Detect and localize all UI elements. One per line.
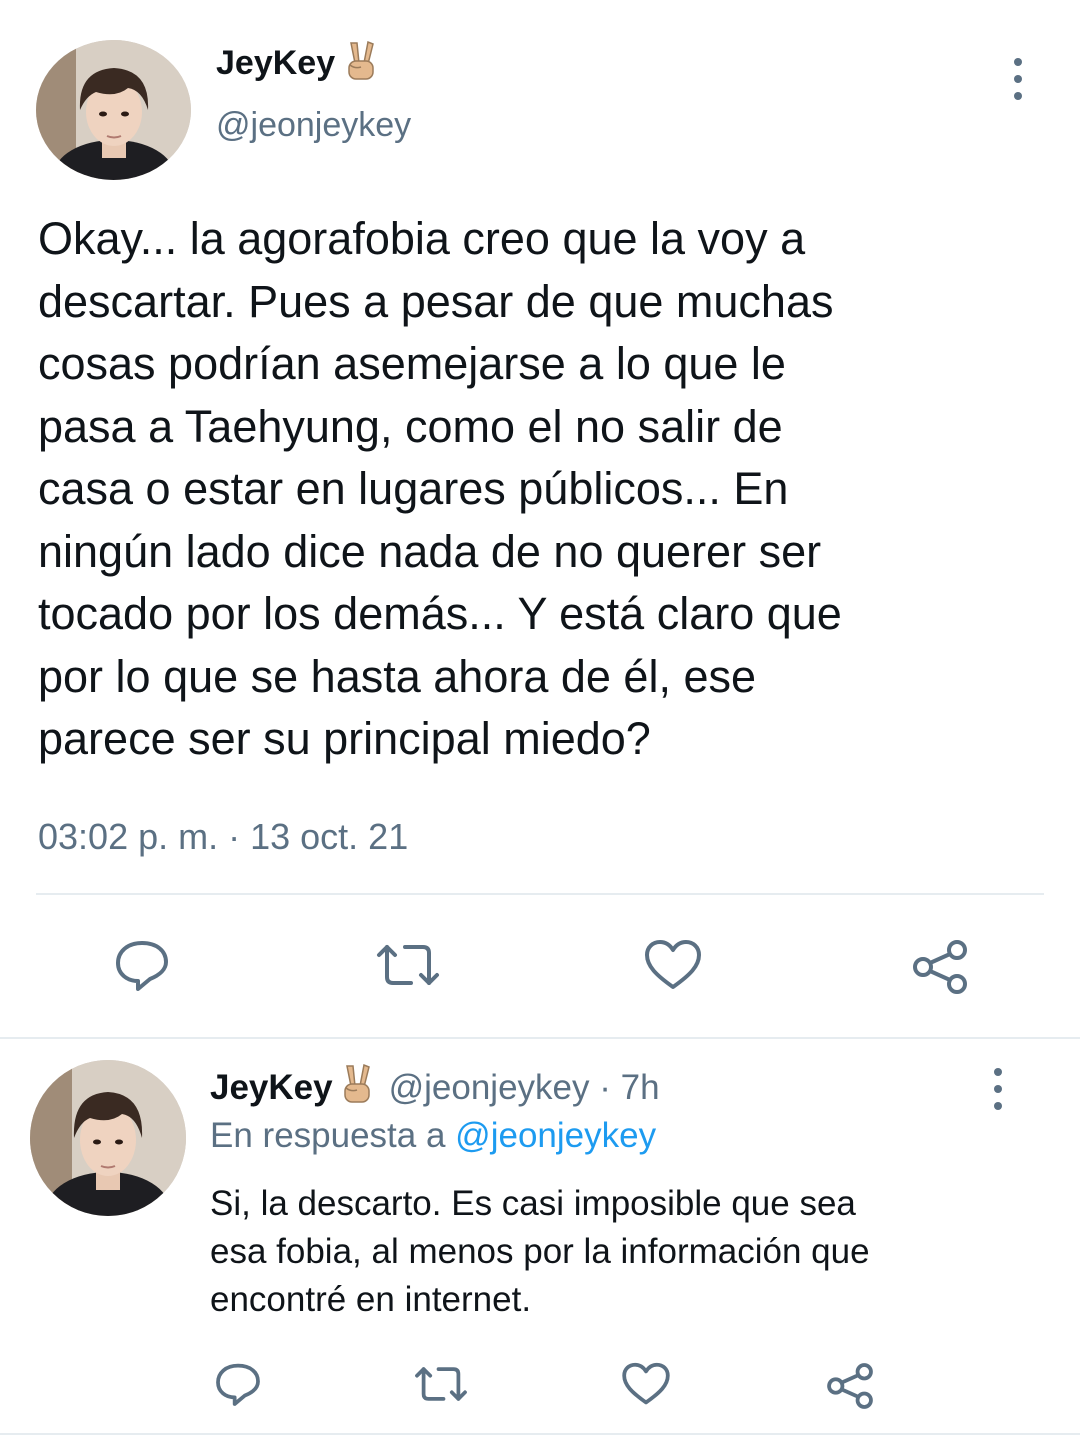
- tweet-text-line: ningún lado dice nada de no querer ser: [38, 525, 822, 577]
- replying-to: En respuesta a @jeonjeykey: [210, 1116, 656, 1156]
- victory-hand-emoji: [337, 1062, 375, 1115]
- divider: [36, 893, 1044, 895]
- share-icon[interactable]: [908, 935, 972, 999]
- tweet-text-line: tocado por los demás... Y está claro que: [38, 588, 842, 639]
- reply-avatar[interactable]: [30, 1060, 186, 1216]
- reply-display-name[interactable]: JeyKey: [210, 1068, 333, 1108]
- reply-more-options-icon[interactable]: [990, 1068, 1006, 1110]
- display-name[interactable]: JeyKey: [216, 44, 335, 83]
- tweet-text-line: pasa a Taehyung, como el no salir de: [38, 400, 783, 452]
- avatar[interactable]: [36, 40, 191, 180]
- tweet-text-line: Okay... la agorafobia creo que la voy a: [38, 213, 806, 264]
- reply-text-line: Si, la descarto. Es casi imposible que s…: [210, 1184, 856, 1223]
- reply-icon[interactable]: [110, 935, 174, 995]
- reply-text-line: esa fobia, al menos por la información q…: [210, 1232, 870, 1271]
- reply-text-line: encontré en internet.: [210, 1280, 532, 1319]
- reply-text: Si, la descarto. Es casi imposible que s…: [210, 1180, 1070, 1324]
- handle[interactable]: @jeonjeykey: [216, 106, 411, 145]
- reply-share-icon[interactable]: [822, 1358, 878, 1414]
- victory-hand-emoji: [341, 39, 379, 88]
- bottom-divider: [0, 1433, 1080, 1435]
- replying-to-prefix: En respuesta a: [210, 1116, 446, 1155]
- tweet-text: Okay... la agorafobia creo que la voy a …: [38, 208, 1048, 771]
- tweet-text-line: cosas podrían asemejarse a lo que le: [38, 338, 786, 389]
- reply-like-icon[interactable]: [618, 1358, 674, 1410]
- reply-reply-icon[interactable]: [212, 1358, 264, 1410]
- replying-to-handle-link[interactable]: @jeonjeykey: [455, 1116, 656, 1155]
- more-options-icon[interactable]: [1010, 58, 1026, 100]
- tweet-text-line: descartar. Pues a pesar de que muchas: [38, 275, 834, 327]
- tweet-text-line: casa o estar en lugares públicos... En: [38, 463, 789, 514]
- retweet-icon[interactable]: [372, 935, 444, 995]
- timestamp[interactable]: 03:02 p. m. · 13 oct. 21: [38, 816, 408, 858]
- reply-retweet-icon[interactable]: [410, 1358, 472, 1410]
- like-icon[interactable]: [640, 935, 706, 995]
- tweet-text-line: por lo que se hasta ahora de él, ese: [38, 650, 757, 702]
- tweet-text-line: parece ser su principal miedo?: [38, 713, 651, 764]
- reply-handle-time[interactable]: @jeonjeykey · 7h: [389, 1068, 660, 1108]
- section-divider: [0, 1037, 1080, 1039]
